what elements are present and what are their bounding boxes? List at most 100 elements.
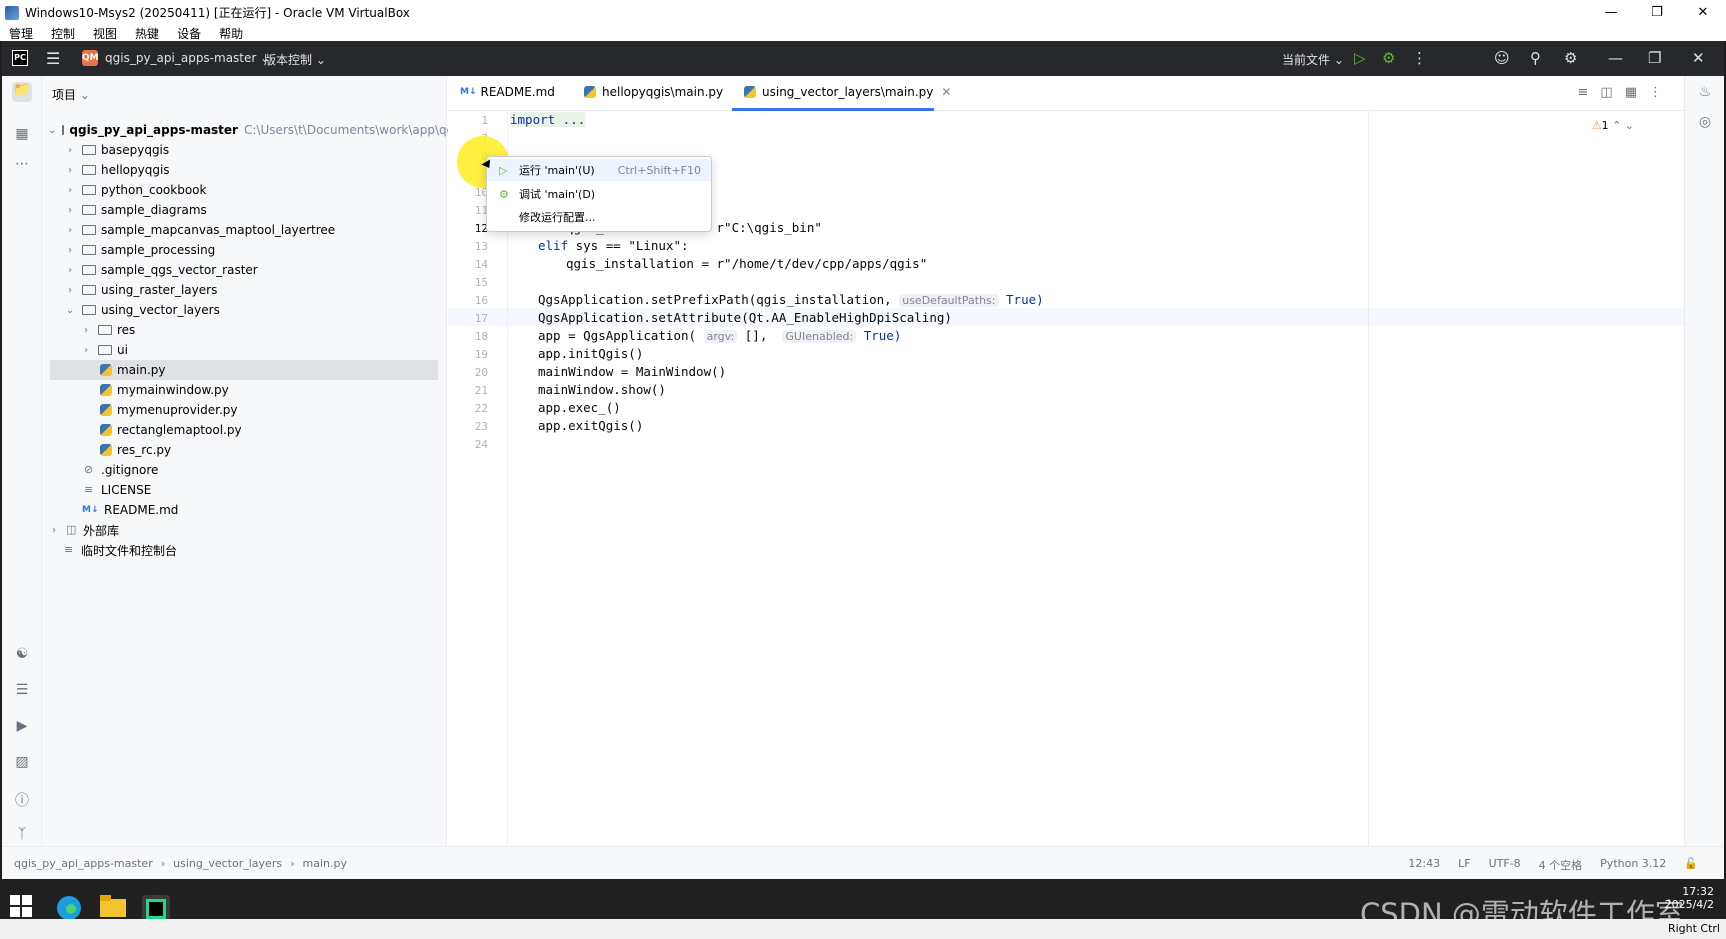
- tree-item[interactable]: › sample_mapcanvas_maptool_layertree: [64, 220, 464, 240]
- services-icon[interactable]: ▶: [12, 718, 32, 738]
- tree-item[interactable]: res_rc.py: [100, 440, 500, 460]
- add-user-icon[interactable]: ☺: [1494, 49, 1510, 67]
- tab-label: hellopyqgis\main.py: [602, 85, 724, 99]
- project-panel-header[interactable]: 项目 ⌄: [52, 86, 90, 103]
- menu-manage[interactable]: 管理: [9, 25, 33, 42]
- tree-item[interactable]: › sample_qgs_vector_raster: [64, 260, 464, 280]
- code-text: sys == "Linux":: [568, 238, 689, 253]
- tree-item-label: mymainwindow.py: [117, 383, 229, 397]
- tree-item[interactable]: › ui: [80, 340, 480, 360]
- tree-item[interactable]: › python_cookbook: [64, 180, 464, 200]
- minimize-icon[interactable]: —: [1588, 0, 1634, 25]
- tree-item[interactable]: › sample_processing: [64, 240, 464, 260]
- pycharm-logo-icon[interactable]: PC: [12, 50, 28, 66]
- restore-icon[interactable]: ❐: [1634, 0, 1680, 25]
- tree-item[interactable]: mymainwindow.py: [100, 380, 500, 400]
- tab-hellopyqgis-main[interactable]: hellopyqgis\main.py: [584, 85, 723, 99]
- python-interpreter[interactable]: Python 3.12: [1600, 857, 1666, 873]
- chevron-right-icon[interactable]: ›: [64, 185, 76, 196]
- editor-tool-icons[interactable]: ≡◫▦⋮: [1578, 85, 1674, 100]
- code-line-17: QgsApplication.setAttribute(Qt.AA_Enable…: [538, 309, 952, 327]
- chevron-right-icon[interactable]: ›: [64, 285, 76, 296]
- more-actions-icon[interactable]: ⋮: [1412, 49, 1427, 67]
- tree-item[interactable]: ⊘ .gitignore: [84, 460, 484, 480]
- problems-icon[interactable]: ⓘ: [12, 790, 32, 810]
- indent-setting[interactable]: 4 个空格: [1539, 857, 1583, 873]
- ide-restore-icon[interactable]: ❐: [1648, 49, 1661, 67]
- settings-icon[interactable]: ⚙: [1564, 49, 1577, 67]
- chevron-down-icon[interactable]: ⌄: [48, 125, 56, 136]
- chevron-right-icon[interactable]: ›: [80, 345, 92, 356]
- line-separator[interactable]: LF: [1458, 857, 1470, 873]
- tab-using-vector-layers-main[interactable]: using_vector_layers\main.py ✕: [744, 85, 951, 99]
- folded-imports[interactable]: import ...: [510, 112, 586, 127]
- file-encoding[interactable]: UTF-8: [1489, 857, 1521, 873]
- popup-run-item[interactable]: ▷ 运行 'main'(U) Ctrl+Shift+F10: [487, 159, 711, 181]
- ai-assistant-icon[interactable]: ◎: [1695, 114, 1715, 130]
- chevron-right-icon[interactable]: ›: [64, 265, 76, 276]
- tree-item[interactable]: › res: [80, 320, 480, 340]
- terminal-icon[interactable]: ▨: [12, 754, 32, 774]
- tree-item[interactable]: mymenuprovider.py: [100, 400, 500, 420]
- menu-hotkey[interactable]: 热键: [135, 25, 159, 42]
- run-icon[interactable]: ▷: [1354, 49, 1366, 67]
- project-panel: 项目 ⌄ ⌄ qgis_py_api_apps-master C:\Users\…: [42, 76, 491, 846]
- tree-item[interactable]: ≡ LICENSE: [84, 480, 484, 500]
- vcs-selector[interactable]: 版本控制 ⌄: [264, 51, 326, 68]
- tree-item-label: using_raster_layers: [101, 283, 218, 297]
- lock-icon[interactable]: 🔓: [1684, 857, 1698, 873]
- close-tab-icon[interactable]: ✕: [941, 85, 951, 99]
- tree-item[interactable]: ⌄ using_vector_layers: [64, 300, 464, 320]
- notifications-icon[interactable]: ♨: [1695, 84, 1715, 100]
- breadcrumb-file[interactable]: main.py: [302, 857, 346, 870]
- close-icon[interactable]: ✕: [1680, 0, 1726, 25]
- tree-item[interactable]: rectanglemaptool.py: [100, 420, 500, 440]
- chevron-right-icon[interactable]: ›: [48, 525, 60, 536]
- tree-item[interactable]: › sample_diagrams: [64, 200, 464, 220]
- inspection-widget[interactable]: ⚠1 ⌃ ⌄: [1592, 119, 1634, 132]
- ide-close-icon[interactable]: ✕: [1692, 49, 1705, 67]
- popup-modify-item[interactable]: 修改运行配置...: [487, 206, 711, 228]
- chevron-right-icon[interactable]: ›: [64, 165, 76, 176]
- left-tool-strip: 📁 ▦ ⋯ ☯ ☰ ▶ ▨ ⓘ ᛉ: [2, 76, 42, 846]
- ide-minimize-icon[interactable]: —: [1608, 49, 1623, 67]
- breadcrumb-project[interactable]: qgis_py_api_apps-master: [14, 857, 153, 870]
- project-selector[interactable]: qgis_py_api_apps-master ⌄: [105, 51, 270, 65]
- tree-item[interactable]: M↓ README.md: [82, 500, 482, 520]
- menu-view[interactable]: 视图: [93, 25, 117, 42]
- tree-item-selected[interactable]: main.py: [50, 360, 438, 380]
- chevron-right-icon[interactable]: ›: [64, 245, 76, 256]
- tab-readme[interactable]: M↓ README.md: [460, 85, 555, 99]
- code-line-21: mainWindow.show(): [538, 381, 666, 399]
- menu-help[interactable]: 帮助: [219, 25, 243, 42]
- popup-debug-item[interactable]: ⚙ 调试 'main'(D): [487, 183, 711, 205]
- more-tools-icon[interactable]: ⋯: [12, 156, 32, 176]
- caret-position[interactable]: 12:43: [1408, 857, 1440, 873]
- chevron-right-icon[interactable]: ›: [64, 205, 76, 216]
- popup-run-label: 运行 'main'(U): [519, 164, 595, 177]
- tree-item[interactable]: › ◫ 外部库: [48, 520, 448, 540]
- chevron-right-icon[interactable]: ›: [64, 225, 76, 236]
- main-menu-icon[interactable]: ☰: [46, 49, 60, 68]
- popup-run-shortcut: Ctrl+Shift+F10: [617, 163, 701, 177]
- project-tool-icon[interactable]: 📁: [12, 82, 32, 102]
- structure-tool-icon[interactable]: ▦: [12, 126, 32, 146]
- python-console-icon[interactable]: ☯: [12, 646, 32, 666]
- chevron-right-icon[interactable]: ›: [80, 325, 92, 336]
- tree-item[interactable]: › basepyqgis: [64, 140, 464, 160]
- search-icon[interactable]: ⚲: [1530, 49, 1541, 67]
- run-config-selector[interactable]: 当前文件 ⌄: [1282, 51, 1344, 68]
- layers-icon[interactable]: ☰: [12, 682, 32, 702]
- breadcrumb-folder[interactable]: using_vector_layers: [173, 857, 282, 870]
- chevron-right-icon[interactable]: ›: [64, 145, 76, 156]
- tree-item[interactable]: › hellopyqgis: [64, 160, 464, 180]
- project-badge-icon[interactable]: QM: [82, 50, 99, 66]
- git-icon[interactable]: ᛉ: [12, 826, 32, 846]
- menu-devices[interactable]: 设备: [177, 25, 201, 42]
- tree-item[interactable]: › using_raster_layers: [64, 280, 464, 300]
- debug-icon[interactable]: ⚙: [1382, 49, 1395, 67]
- chevron-down-icon[interactable]: ⌄: [64, 305, 76, 316]
- tree-item[interactable]: ≡ 临时文件和控制台: [64, 540, 464, 560]
- tree-root[interactable]: ⌄ qgis_py_api_apps-master C:\Users\t\Doc…: [48, 120, 491, 140]
- menu-control[interactable]: 控制: [51, 25, 75, 42]
